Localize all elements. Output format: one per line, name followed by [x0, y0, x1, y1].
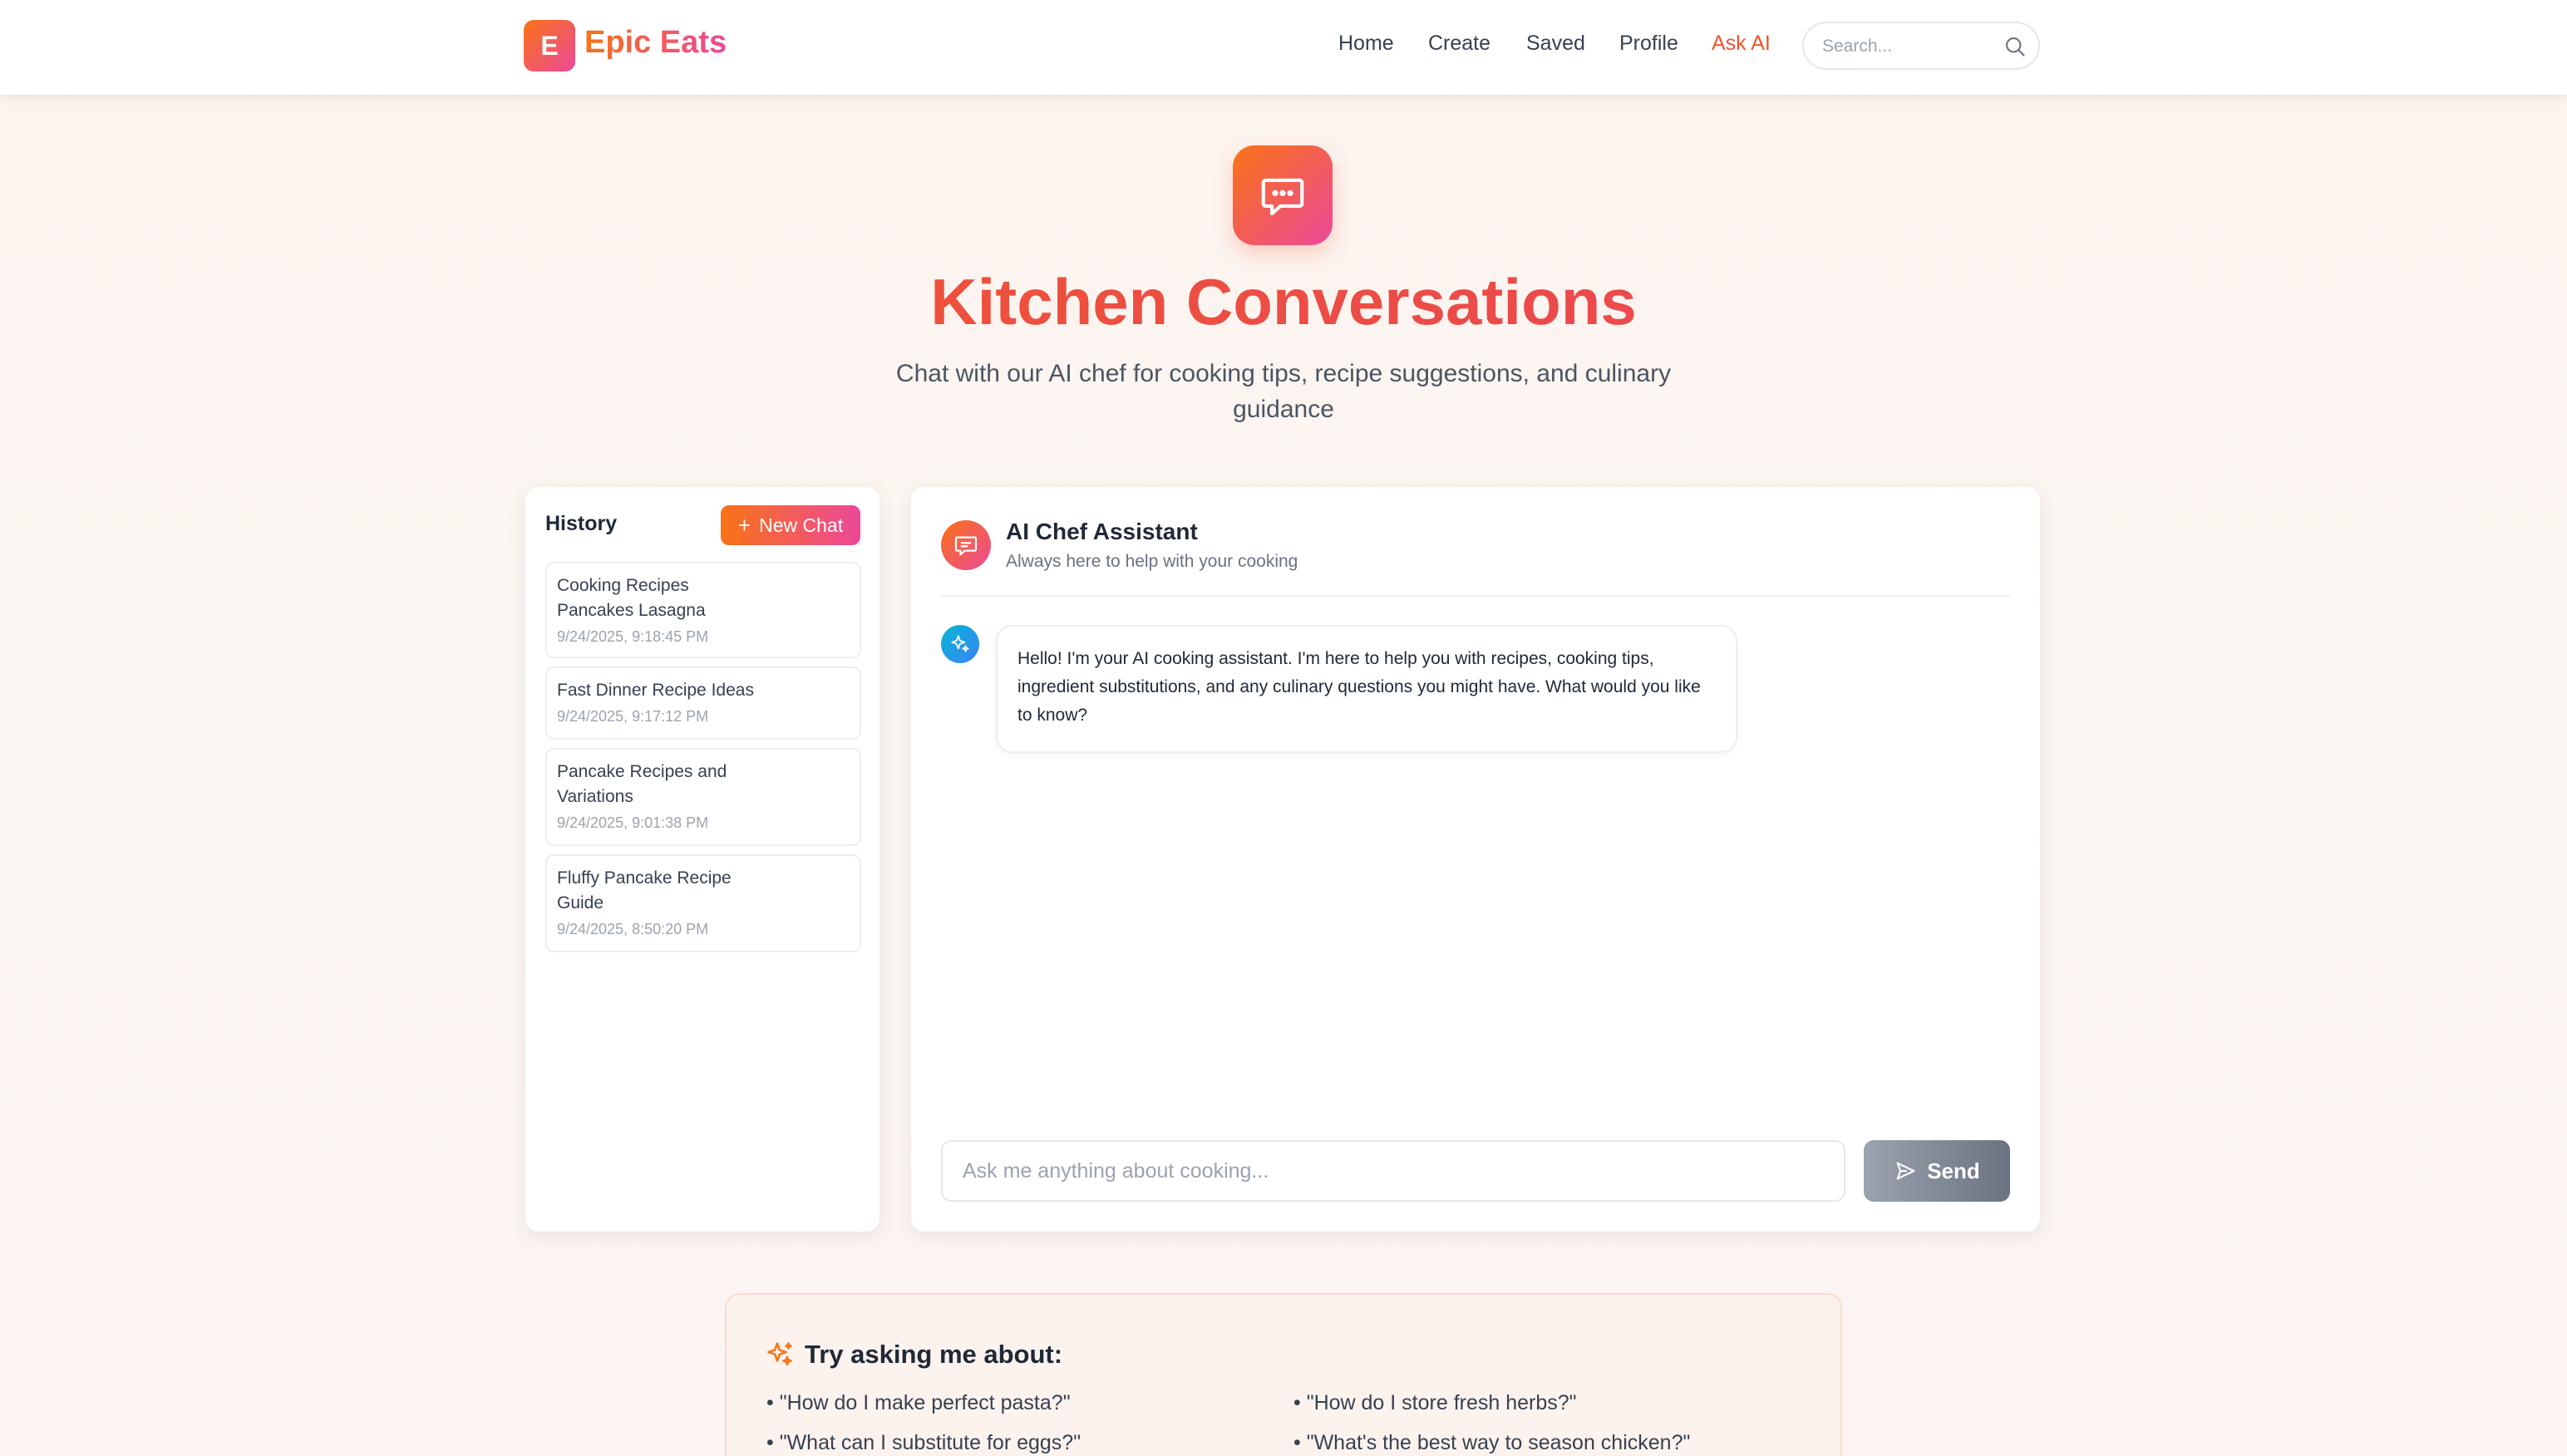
new-chat-button[interactable]: + New Chat: [721, 505, 860, 545]
sparkles-icon: [951, 635, 969, 652]
history-item-title: Fast Dinner Recipe Ideas: [557, 681, 754, 700]
history-item-date: 9/24/2025, 9:01:38 PM: [557, 814, 709, 831]
bot-avatar: [941, 625, 979, 663]
search-icon[interactable]: [2003, 35, 2027, 58]
history-item-date: 9/24/2025, 8:50:20 PM: [557, 921, 709, 937]
assistant-name: AI Chef Assistant: [1006, 519, 1198, 544]
assistant-status: Always here to help with your cooking: [1006, 552, 1298, 571]
history-item[interactable]: Fluffy Pancake Recipe Guide 9/24/2025, 8…: [545, 854, 861, 952]
logo-badge[interactable]: E: [524, 20, 575, 71]
chat-message-input[interactable]: [941, 1140, 1845, 1202]
suggestions-panel: Try asking me about: • "How do I make pe…: [725, 1293, 1842, 1456]
history-heading: History: [545, 512, 618, 535]
suggestion-item[interactable]: • "How do I make perfect pasta?": [766, 1391, 1071, 1415]
history-item-title: Fluffy Pancake Recipe Guide: [557, 868, 732, 912]
history-item-date: 9/24/2025, 9:17:12 PM: [557, 708, 709, 725]
send-label: Send: [1927, 1158, 1980, 1183]
history-item[interactable]: Fast Dinner Recipe Ideas 9/24/2025, 9:17…: [545, 667, 861, 740]
suggestion-item[interactable]: • "How do I store fresh herbs?": [1293, 1391, 1577, 1415]
history-panel: History + New Chat Cooking Recipes Panca…: [525, 487, 879, 1232]
history-item-title: Pancake Recipes and Variations: [557, 762, 727, 806]
history-item-date: 9/24/2025, 9:18:45 PM: [557, 628, 709, 645]
nav-home[interactable]: Home: [1338, 32, 1394, 56]
chat-header-divider: [941, 595, 2010, 597]
chat-bubble-icon: [1233, 145, 1333, 245]
chat-panel: AI Chef Assistant Always here to help wi…: [911, 487, 2040, 1232]
assistant-message: Hello! I'm your AI cooking assistant. I'…: [996, 625, 1737, 753]
send-button[interactable]: Send: [1864, 1140, 2010, 1202]
nav-create[interactable]: Create: [1428, 32, 1490, 56]
page-title: Kitchen Conversations: [0, 264, 2567, 340]
top-nav-bar: E Epic Eats Home Create Saved Profile As…: [0, 0, 2567, 95]
new-chat-label: New Chat: [759, 514, 844, 536]
plus-icon: +: [737, 513, 751, 538]
assistant-avatar: [941, 520, 991, 570]
sparkles-icon: [767, 1342, 792, 1366]
search-box[interactable]: [1802, 22, 2040, 70]
chat-bubble-icon: [954, 536, 978, 556]
history-item[interactable]: Cooking Recipes Pancakes Lasagna 9/24/20…: [545, 562, 861, 658]
suggestion-item[interactable]: • "What can I substitute for eggs?": [766, 1431, 1081, 1455]
nav-saved[interactable]: Saved: [1526, 32, 1585, 56]
history-item[interactable]: Pancake Recipes and Variations 9/24/2025…: [545, 748, 861, 846]
nav-ask-ai[interactable]: Ask AI: [1712, 32, 1771, 56]
send-icon: [1896, 1162, 1915, 1180]
search-input[interactable]: [1822, 33, 1988, 60]
history-item-title: Cooking Recipes Pancakes Lasagna: [557, 576, 706, 620]
nav-profile[interactable]: Profile: [1619, 32, 1678, 56]
page-subtitle: Chat with our AI chef for cooking tips, …: [895, 360, 1672, 423]
suggestions-heading: Try asking me about:: [805, 1340, 1063, 1369]
brand-name[interactable]: Epic Eats: [584, 25, 727, 61]
suggestion-item[interactable]: • "What's the best way to season chicken…: [1293, 1431, 1690, 1455]
